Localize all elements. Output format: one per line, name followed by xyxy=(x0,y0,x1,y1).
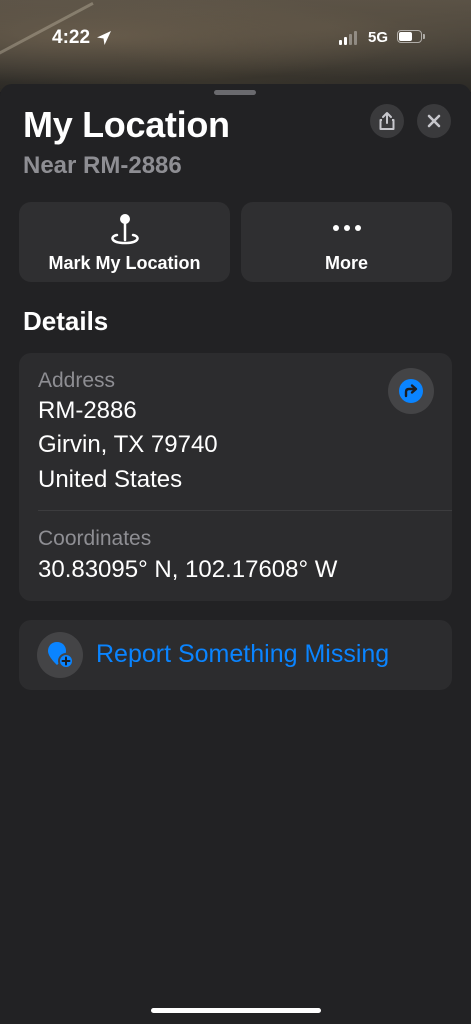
page-title: My Location xyxy=(23,104,230,145)
battery-icon xyxy=(397,30,425,43)
report-missing-button[interactable]: Report Something Missing xyxy=(19,620,452,690)
close-button[interactable] xyxy=(417,104,451,138)
battery-level xyxy=(399,32,412,41)
location-arrow-icon xyxy=(97,31,112,45)
share-button[interactable] xyxy=(370,104,404,138)
sheet-grabber[interactable] xyxy=(214,90,256,95)
network-type: 5G xyxy=(368,29,389,46)
details-divider xyxy=(38,510,452,511)
address-line-3[interactable]: United States xyxy=(38,466,182,494)
page-subtitle: Near RM-2886 xyxy=(23,152,182,179)
place-card-sheet: My Location Near RM-2886 Mark My Locatio… xyxy=(0,84,471,1024)
mark-my-location-label: Mark My Location xyxy=(48,253,201,273)
home-indicator[interactable] xyxy=(151,1008,321,1013)
share-icon xyxy=(379,112,395,130)
status-bar: 4:22 5G xyxy=(0,0,471,80)
location-pin-icon xyxy=(110,214,139,245)
cellular-signal-icon xyxy=(339,31,357,45)
address-label: Address xyxy=(38,369,116,392)
more-label: More xyxy=(324,253,368,273)
directions-button[interactable] xyxy=(388,368,434,414)
ellipsis-icon xyxy=(332,225,361,231)
close-icon xyxy=(427,114,441,128)
coordinates-value[interactable]: 30.83095° N, 102.17608° W xyxy=(38,556,337,584)
directions-arrow-icon xyxy=(399,379,423,403)
more-button[interactable]: More xyxy=(241,202,452,282)
status-time: 4:22 xyxy=(52,27,112,49)
address-line-2[interactable]: Girvin, TX 79740 xyxy=(38,431,218,459)
coordinates-label: Coordinates xyxy=(38,527,152,550)
address-line-1[interactable]: RM-2886 xyxy=(38,397,137,425)
report-missing-label: Report Something Missing xyxy=(96,640,390,668)
details-heading: Details xyxy=(23,306,109,336)
add-place-pin-icon xyxy=(48,642,74,669)
status-time-label: 4:22 xyxy=(52,27,91,48)
details-card: Address RM-2886 Girvin, TX 79740 United … xyxy=(19,353,452,601)
mark-my-location-button[interactable]: Mark My Location xyxy=(19,202,230,282)
report-icon-container xyxy=(37,632,83,678)
